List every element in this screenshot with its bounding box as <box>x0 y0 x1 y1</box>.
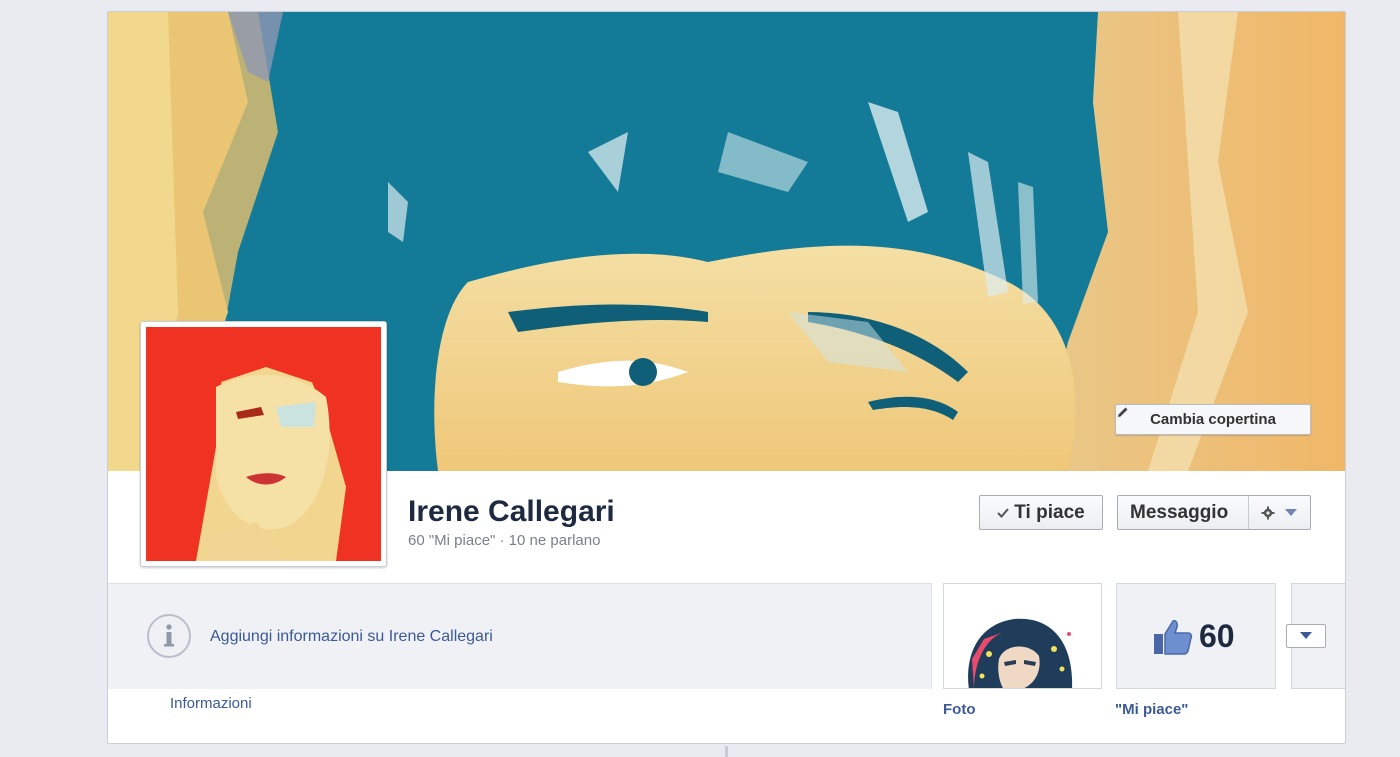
more-tiles-button[interactable] <box>1286 624 1326 648</box>
avatar <box>146 327 381 561</box>
change-cover-label: Cambia copertina <box>1150 411 1276 428</box>
chevron-down-icon <box>1300 632 1312 639</box>
likes-count: 60 <box>1199 618 1235 654</box>
settings-menu-button[interactable] <box>1249 506 1297 520</box>
profile-stats: 60 "Mi piace" · 10 ne parlano <box>408 532 601 549</box>
gear-icon <box>1261 506 1275 519</box>
info-icon <box>147 614 191 658</box>
photos-tab-label[interactable]: Foto <box>943 701 975 718</box>
likes-tile[interactable]: 60 <box>1116 583 1276 689</box>
change-cover-button[interactable]: Cambia copertina <box>1115 404 1311 435</box>
thumbs-up-icon <box>1154 619 1193 655</box>
likes-count-group: 60 <box>1153 618 1235 655</box>
photos-thumbnail <box>944 584 1101 688</box>
check-icon <box>997 507 1010 518</box>
profile-picture[interactable] <box>140 321 387 567</box>
add-info-link[interactable]: Aggiungi informazioni su Irene Callegari <box>210 628 493 646</box>
pencil-icon <box>1118 407 1128 417</box>
message-button-group: Messaggio <box>1117 495 1311 530</box>
likes-tab-label[interactable]: "Mi piace" <box>1115 701 1188 718</box>
like-label: Ti piace <box>1014 501 1085 523</box>
info-panel: Aggiungi informazioni su Irene Callegari <box>108 583 932 689</box>
page-title: Irene Callegari <box>408 495 615 528</box>
page-card: Cambia copertina Irene Callegari 60 "Mi … <box>107 11 1346 744</box>
message-button[interactable]: Messaggio <box>1118 502 1248 524</box>
info-tab-label[interactable]: Informazioni <box>170 695 252 712</box>
like-button[interactable]: Ti piace <box>979 495 1103 530</box>
chevron-down-icon <box>1285 508 1297 516</box>
timeline-divider <box>725 746 728 757</box>
photos-tile[interactable] <box>943 583 1102 689</box>
